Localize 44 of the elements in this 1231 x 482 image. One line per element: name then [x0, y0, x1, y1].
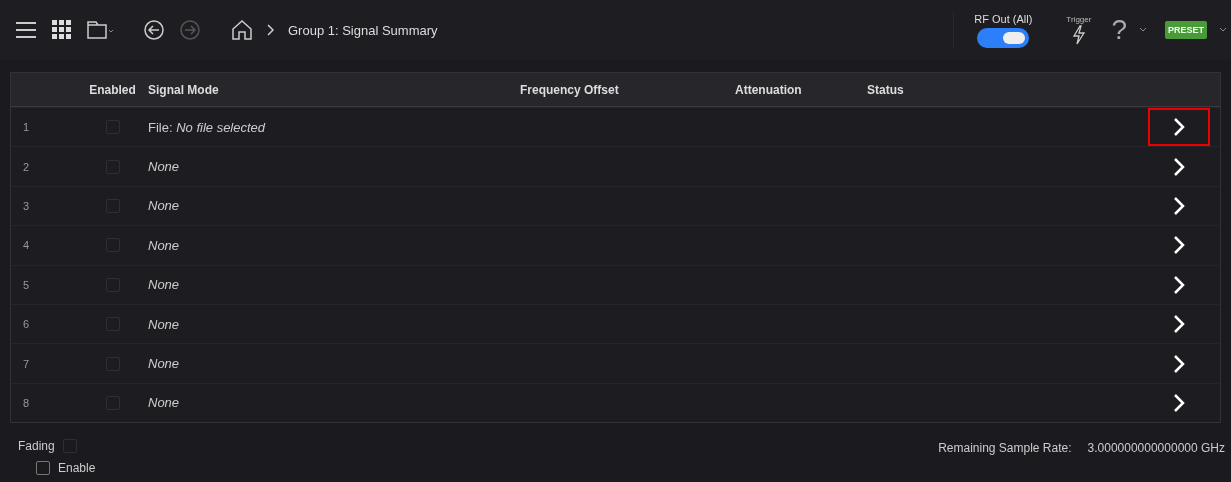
signal-mode-text: None	[147, 277, 181, 293]
column-header: Status	[867, 82, 905, 97]
apps-grid-icon[interactable]	[50, 18, 74, 42]
row-number: 2	[22, 160, 31, 173]
breadcrumb-title[interactable]: Group 1: Signal Summary	[288, 22, 438, 38]
column-header: Signal Mode	[147, 82, 220, 97]
row-number: 4	[22, 239, 31, 252]
signal-mode-text: None	[147, 159, 181, 175]
enable-label[interactable]: Enable	[58, 461, 96, 476]
column-header: Frequency Offset	[520, 82, 620, 97]
signal-mode-text: None	[147, 198, 181, 214]
signal-mode-text: None	[147, 395, 181, 411]
signal-mode-text: File: No file selected	[147, 119, 267, 135]
signal-mode-text: None	[147, 316, 181, 332]
row-number: 5	[22, 278, 31, 291]
rf-out-toggle[interactable]	[977, 27, 1030, 48]
chevron-right-icon	[266, 23, 276, 37]
chevron-right-icon	[1172, 391, 1186, 414]
signal-mode-text: None	[147, 237, 181, 253]
row-number: 3	[22, 199, 31, 212]
chevron-right-icon	[1172, 273, 1186, 296]
row-number: 7	[22, 357, 31, 370]
sample-rate-value: 3.000000000000000 GHz	[1087, 441, 1225, 456]
chevron-right-icon	[1172, 352, 1186, 375]
caret-icon	[1139, 27, 1147, 33]
help-button[interactable]: ?	[1111, 14, 1127, 46]
caret-icon	[1219, 27, 1227, 33]
signal-mode-text: None	[147, 356, 181, 372]
open-row-button[interactable]	[1148, 108, 1210, 147]
enable-checkbox[interactable]	[36, 461, 50, 476]
chevron-right-icon	[1172, 194, 1186, 217]
folder-icon[interactable]	[86, 18, 114, 42]
rf-out-label: RF Out (All)	[974, 12, 1033, 25]
row-number: 1	[22, 121, 31, 134]
column-header: Enabled	[88, 82, 137, 97]
lightning-icon[interactable]	[1070, 25, 1087, 45]
sample-rate-label: Remaining Sample Rate:	[938, 441, 1072, 456]
fading-label: Fading	[18, 439, 55, 454]
row-number: 6	[22, 318, 31, 331]
column-header: Attenuation	[735, 82, 803, 97]
row-number: 8	[22, 396, 31, 409]
home-icon[interactable]	[230, 18, 254, 42]
trigger-label: Trigger	[1066, 15, 1092, 24]
chevron-right-icon	[1172, 155, 1186, 178]
